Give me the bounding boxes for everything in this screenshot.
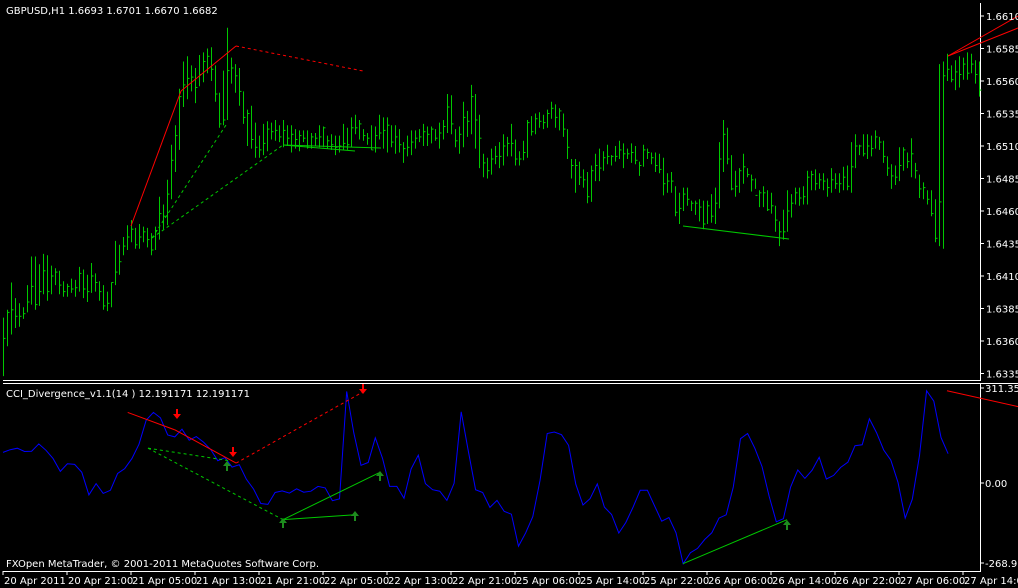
price-tick-label: 1.6510 <box>986 142 1018 153</box>
price-tick-label: 1.6335 <box>986 370 1018 381</box>
main-panel-header: GBPUSD,H1 1.6693 1.6701 1.6670 1.6682 <box>6 6 218 17</box>
price-tick-label: 1.6435 <box>986 240 1018 251</box>
time-tick-label: 21 Apr 05:00 <box>132 576 197 587</box>
indicator-panel-header: CCI_Divergence_v1.1(14 ) 12.191171 12.19… <box>6 389 250 400</box>
chart-window[interactable]: 1.6610 1.6585 1.6560 1.6535 1.6510 1.6485 1.64… <box>0 0 1018 588</box>
price-tick-label: 1.6585 <box>986 45 1018 56</box>
time-tick-label: 21 Apr 21:00 <box>260 576 325 587</box>
time-tick-label: 22 Apr 21:00 <box>452 576 517 587</box>
copyright-footer: FXOpen MetaTrader, © 2001-2011 MetaQuote… <box>6 559 319 570</box>
indicator-tick-label: -268.954 <box>985 559 1018 570</box>
price-tick-label: 1.6460 <box>986 207 1018 218</box>
price-tick-label: 1.6485 <box>986 175 1018 186</box>
time-tick-label: 25 Apr 14:00 <box>580 576 645 587</box>
price-tick-label: 1.6385 <box>986 305 1018 316</box>
price-tick-label: 1.6560 <box>986 77 1018 88</box>
price-tick-label: 1.6410 <box>986 272 1018 283</box>
time-tick-label: 26 Apr 22:00 <box>836 576 901 587</box>
time-tick-label: 22 Apr 05:00 <box>324 576 389 587</box>
time-tick-label: 26 Apr 14:00 <box>772 576 837 587</box>
time-tick-label: 21 Apr 13:00 <box>196 576 261 587</box>
time-tick-label: 27 Apr 14:00 <box>964 576 1018 587</box>
time-tick-label: 27 Apr 06:00 <box>900 576 965 587</box>
time-tick-label: 22 Apr 13:00 <box>388 576 453 587</box>
price-tick-label: 1.6360 <box>986 337 1018 348</box>
time-tick-label: 25 Apr 06:00 <box>516 576 581 587</box>
price-tick-label: 1.6535 <box>986 110 1018 121</box>
time-tick-label: 26 Apr 06:00 <box>708 576 773 587</box>
indicator-tick-label: 311.356 <box>985 384 1018 395</box>
time-tick-label: 25 Apr 22:00 <box>644 576 709 587</box>
time-tick-label: 20 Apr 21:00 <box>68 576 133 587</box>
price-tick-label: 1.6610 <box>986 12 1018 23</box>
indicator-tick-label: 0.00 <box>985 479 1007 490</box>
time-tick-label: 20 Apr 2011 <box>4 576 66 587</box>
